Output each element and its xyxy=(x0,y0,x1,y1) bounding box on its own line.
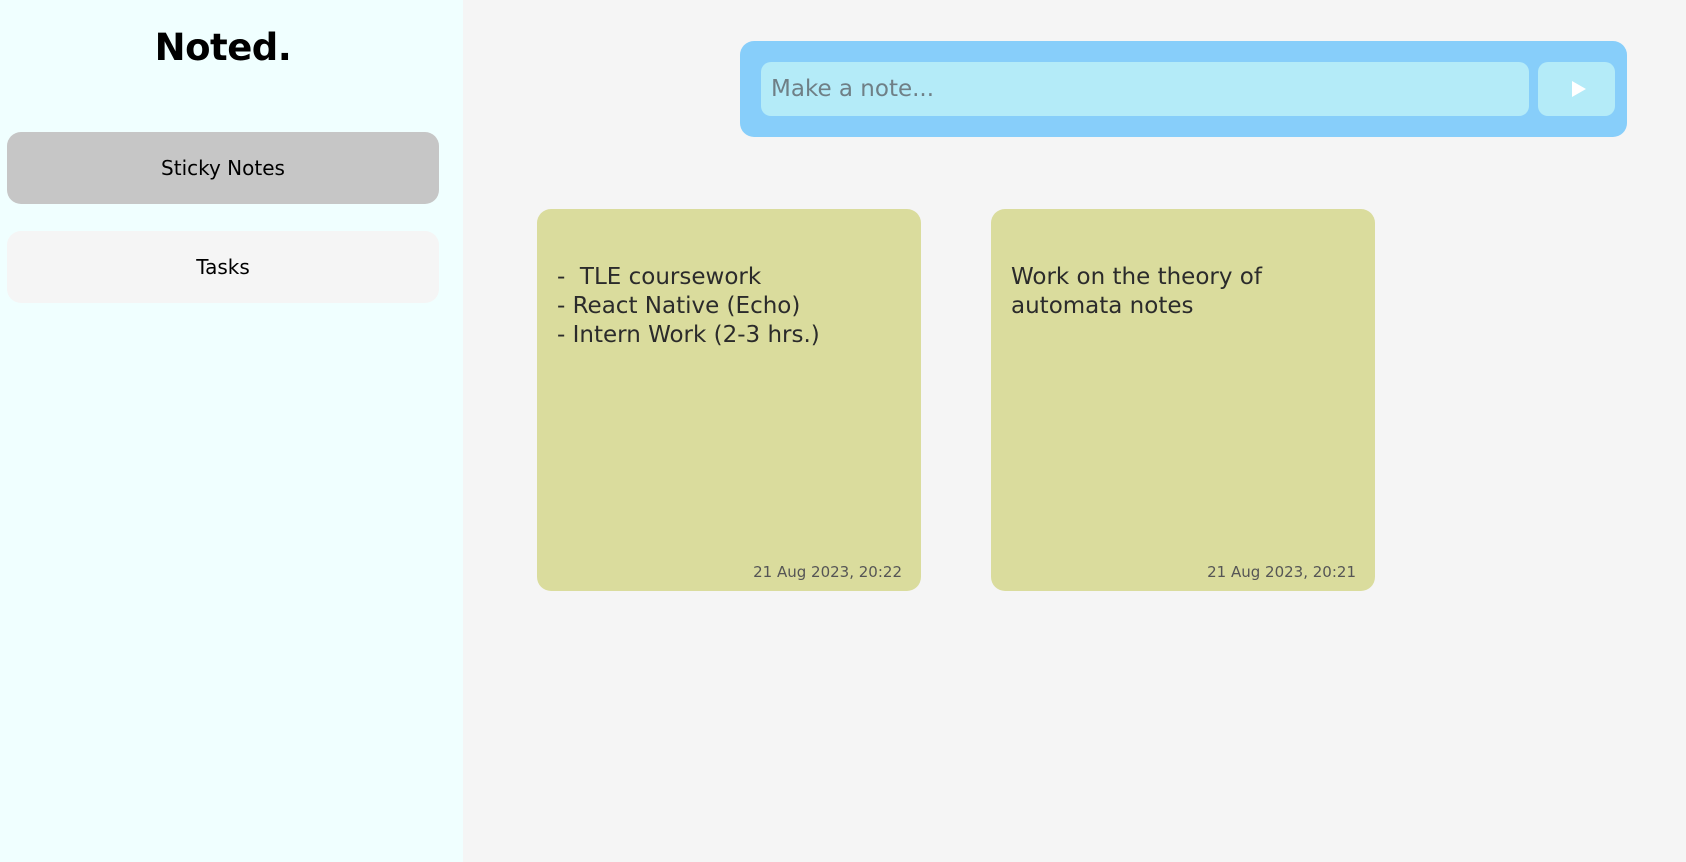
note-timestamp: 21 Aug 2023, 20:21 xyxy=(1207,563,1356,581)
sidebar-item-tasks[interactable]: Tasks xyxy=(7,231,439,303)
app-root: Noted. Sticky Notes Tasks - TLE coursewo… xyxy=(0,0,1686,862)
app-title: Noted. xyxy=(154,26,292,69)
note-composer xyxy=(740,41,1627,137)
note-text: Work on the theory of automata notes xyxy=(1011,264,1262,319)
play-icon xyxy=(1571,81,1586,97)
note-timestamp: 21 Aug 2023, 20:22 xyxy=(753,563,902,581)
sticky-note[interactable]: Work on the theory of automata notes 21 … xyxy=(991,209,1375,591)
sidebar-item-sticky-notes[interactable]: Sticky Notes xyxy=(7,132,439,204)
note-text: - TLE coursework - React Native (Echo) -… xyxy=(557,264,820,348)
note-input[interactable] xyxy=(761,62,1529,116)
sidebar: Noted. Sticky Notes Tasks xyxy=(0,0,463,862)
sticky-note[interactable]: - TLE coursework - React Native (Echo) -… xyxy=(537,209,921,591)
send-button[interactable] xyxy=(1538,62,1615,116)
